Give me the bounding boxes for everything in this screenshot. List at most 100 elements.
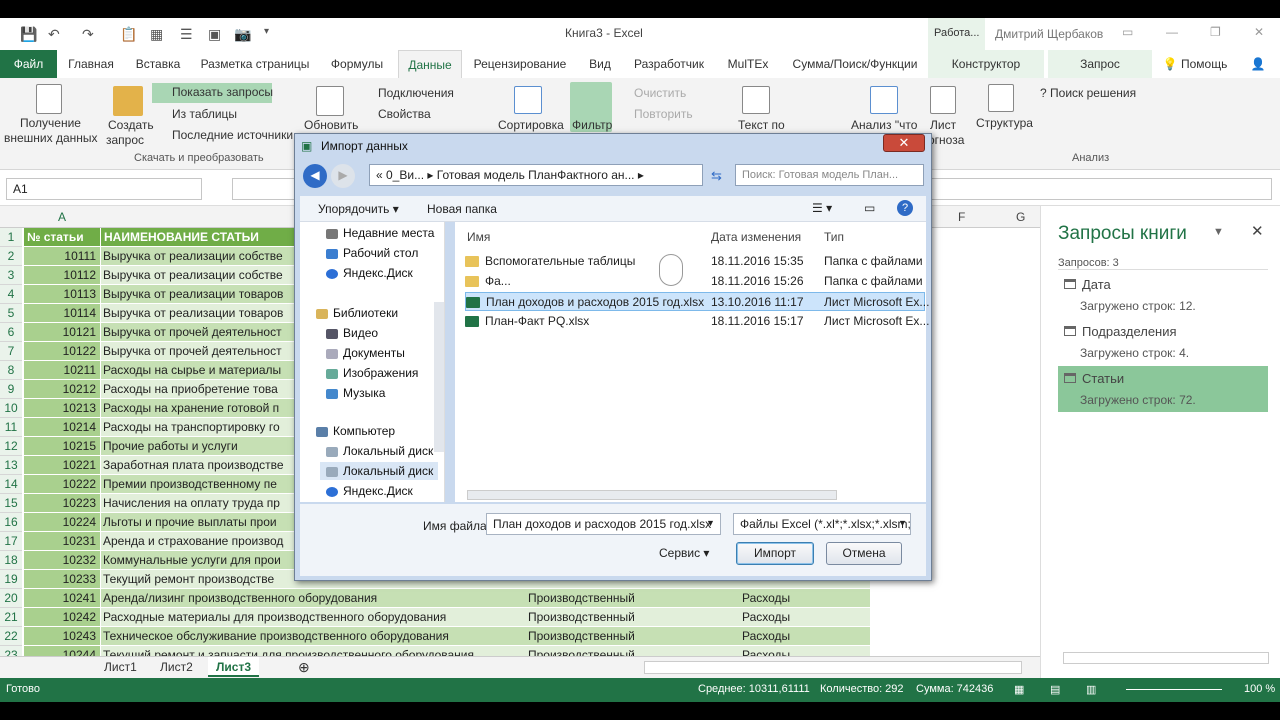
cell-number[interactable]: 10214 — [24, 418, 100, 437]
get-external-label-2[interactable]: внешних данных — [4, 131, 98, 145]
cell-number[interactable]: 10244 — [24, 646, 100, 656]
text-to-columns-button[interactable]: Текст по — [738, 118, 785, 132]
tab-design[interactable]: Конструктор — [928, 50, 1044, 78]
pane-options-icon[interactable]: ▼ — [1213, 226, 1224, 238]
refresh-icon[interactable]: ⇆ — [711, 168, 722, 184]
paste-icon[interactable]: 📋 — [120, 26, 137, 43]
address-bar[interactable]: « 0_Ви... ▸ Готовая модель ПланФактного … — [369, 164, 703, 186]
row-header[interactable]: 10 — [0, 399, 22, 418]
sheet-tab-3[interactable]: Лист3 — [208, 657, 260, 677]
view-options-icon[interactable]: ☰ ▾ — [812, 201, 832, 215]
create-query-label-1[interactable]: Создать — [108, 118, 154, 132]
filename-input[interactable]: План доходов и расходов 2015 год.xlsx — [486, 513, 721, 535]
nav-desktop[interactable]: Рабочий стол — [326, 246, 418, 260]
row-header[interactable]: 6 — [0, 323, 22, 342]
cell-number[interactable]: 10213 — [24, 399, 100, 418]
row-header[interactable]: 9 — [0, 380, 22, 399]
cell-number[interactable]: 10232 — [24, 551, 100, 570]
query-item-date[interactable]: Дата Загружено строк: 12. — [1058, 272, 1268, 318]
filename-dropdown-icon[interactable]: ▼ — [706, 518, 715, 528]
tab-sum-search[interactable]: Сумма/Поиск/Функции — [786, 50, 924, 78]
cell-number[interactable]: 10212 — [24, 380, 100, 399]
properties-button[interactable]: Свойства — [378, 107, 431, 121]
column-header-f[interactable]: F — [958, 210, 965, 224]
cell-type[interactable]: Производственный — [528, 589, 742, 608]
camera-icon[interactable]: 📷 — [234, 26, 251, 43]
save-icon[interactable]: 💾 — [20, 26, 37, 43]
recent-sources-button[interactable]: Последние источники — [172, 128, 293, 142]
cell-category[interactable]: Расходы — [742, 608, 870, 627]
cell-number[interactable]: 10224 — [24, 513, 100, 532]
file-row[interactable]: Вспомогательные таблицы 18.11.2016 15:35… — [465, 252, 925, 271]
cell-number[interactable]: 10113 — [24, 285, 100, 304]
cell-name[interactable]: Техническое обслуживание производственно… — [101, 627, 528, 646]
tab-data[interactable]: Данные — [398, 50, 462, 78]
nav-computer[interactable]: Компьютер — [316, 424, 395, 438]
row-header[interactable]: 21 — [0, 608, 22, 627]
cell-number[interactable]: 10215 — [24, 437, 100, 456]
organize-button[interactable]: Упорядочить ▾ — [318, 202, 399, 216]
page-layout-icon[interactable]: ▤ — [1050, 683, 1060, 696]
back-icon[interactable]: ◀ — [303, 164, 327, 188]
cell-number[interactable]: 10223 — [24, 494, 100, 513]
nav-music[interactable]: Музыка — [326, 386, 385, 400]
refresh-all-button[interactable]: Обновить — [304, 118, 358, 132]
zoom-slider[interactable] — [1126, 689, 1222, 690]
row-header[interactable]: 20 — [0, 589, 22, 608]
import-button[interactable]: Импорт — [736, 542, 814, 565]
preview-pane-icon[interactable]: ▭ — [864, 201, 875, 215]
cell-number[interactable]: 10112 — [24, 266, 100, 285]
row-header[interactable]: 5 — [0, 304, 22, 323]
column-date[interactable]: Дата изменения — [711, 230, 801, 244]
pane-scrollbar[interactable] — [1063, 652, 1269, 664]
cell-number[interactable]: 10243 — [24, 627, 100, 646]
row-header[interactable]: 8 — [0, 361, 22, 380]
cell-category[interactable]: Расходы — [742, 646, 870, 656]
nav-yandex-disk[interactable]: Яндекс.Диск — [326, 266, 413, 280]
tab-file[interactable]: Файл — [0, 50, 57, 78]
row-header[interactable]: 22 — [0, 627, 22, 646]
cell-name[interactable]: Аренда/лизинг производственного оборудов… — [101, 589, 528, 608]
connections-button[interactable]: Подключения — [378, 86, 454, 100]
sheet-tab-1[interactable]: Лист1 — [96, 657, 145, 677]
file-row[interactable]: Фа... 18.11.2016 15:26 Папка с файлами — [465, 272, 925, 291]
tab-formulas[interactable]: Формулы — [322, 50, 392, 78]
row-header[interactable]: 14 — [0, 475, 22, 494]
nav-libraries[interactable]: Библиотеки — [316, 306, 398, 320]
sheet-tab-2[interactable]: Лист2 — [152, 657, 201, 677]
clear-button[interactable]: Очистить — [634, 86, 686, 100]
tab-help[interactable]: 💡 Помощь — [1160, 50, 1230, 78]
query-item-articles[interactable]: Статьи Загружено строк: 72. — [1058, 366, 1268, 412]
tab-review[interactable]: Рецензирование — [470, 50, 570, 78]
file-row-selected[interactable]: План доходов и расходов 2015 год.xlsx 13… — [465, 292, 929, 311]
row-header[interactable]: 2 — [0, 247, 22, 266]
status-zoom[interactable]: 100 % — [1244, 683, 1275, 695]
share-icon[interactable]: 👤 — [1246, 50, 1270, 78]
nav-pictures[interactable]: Изображения — [326, 366, 418, 380]
nav-scrollbar[interactable] — [434, 302, 444, 452]
cell-number[interactable]: 10114 — [24, 304, 100, 323]
query-item-divisions[interactable]: Подразделения Загружено строк: 4. — [1058, 319, 1268, 365]
name-box[interactable]: A1 — [6, 178, 202, 200]
nav-video[interactable]: Видео — [326, 326, 378, 340]
row-header[interactable]: 16 — [0, 513, 22, 532]
cell-name[interactable]: Расходные материалы для производственног… — [101, 608, 528, 627]
row-header[interactable]: 12 — [0, 437, 22, 456]
filter-button[interactable]: Фильтр — [572, 118, 612, 132]
cell-number[interactable]: 10242 — [24, 608, 100, 627]
tab-page-layout[interactable]: Разметка страницы — [196, 50, 314, 78]
horizontal-scrollbar[interactable] — [644, 661, 1022, 674]
cell-number[interactable]: 10221 — [24, 456, 100, 475]
cell-category[interactable]: Расходы — [742, 589, 870, 608]
row-header[interactable]: 13 — [0, 456, 22, 475]
cell-number[interactable]: 10111 — [24, 247, 100, 266]
forecast-sheet-label-1[interactable]: Лист — [930, 118, 956, 132]
from-table-button[interactable]: Из таблицы — [172, 107, 237, 121]
add-sheet-icon[interactable]: ⊕ — [290, 657, 318, 677]
file-list-hscrollbar[interactable] — [467, 490, 837, 500]
create-query-label-2[interactable]: запрос — [106, 133, 144, 147]
cell-type[interactable]: Производственный — [528, 646, 742, 656]
normal-view-icon[interactable]: ▦ — [1014, 683, 1024, 696]
tab-home[interactable]: Главная — [60, 50, 122, 78]
dialog-search-input[interactable]: Поиск: Готовая модель План... — [735, 164, 924, 186]
